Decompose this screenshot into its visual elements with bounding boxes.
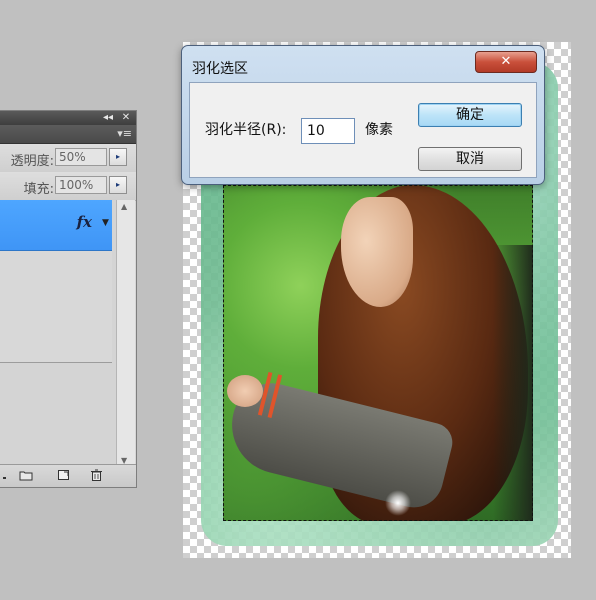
ok-button[interactable]: 确定 [418, 103, 522, 127]
feather-selection-dialog: 羽化选区 ✕ 羽化半径(R): 像素 确定 取消 [181, 45, 545, 185]
fx-icon[interactable]: fx [77, 213, 92, 231]
opacity-label: 透明度: [10, 154, 54, 169]
fill-field[interactable]: 100% [55, 176, 107, 194]
new-group-icon[interactable] [19, 469, 33, 481]
photo-shadow [493, 245, 533, 521]
fill-row: 填充: 100% ▸ [0, 172, 136, 201]
cancel-button[interactable]: 取消 [418, 147, 522, 171]
layer-list: fx ▼ [0, 200, 116, 467]
photo-sparkle [385, 490, 411, 516]
opacity-slider-button[interactable]: ▸ [109, 148, 127, 166]
photo-layer [223, 185, 533, 521]
fill-slider-button[interactable]: ▸ [109, 176, 127, 194]
photo-hand [227, 375, 263, 407]
trash-icon[interactable] [90, 469, 103, 481]
feather-radius-label: 羽化半径(R): [205, 122, 287, 138]
layer-style-icon[interactable] [1, 469, 14, 481]
close-panel-icon[interactable]: ✕ [120, 112, 132, 124]
dialog-body: 羽化半径(R): 像素 确定 取消 [189, 82, 537, 178]
opacity-field[interactable]: 50% [55, 148, 107, 166]
dialog-close-button[interactable]: ✕ [475, 51, 537, 73]
selected-layer-row[interactable]: fx ▼ [0, 200, 112, 251]
panel-titlebar: ◂◂ ✕ [0, 111, 136, 125]
collapse-panel-icon[interactable]: ◂◂ [102, 112, 114, 124]
new-layer-icon[interactable] [57, 469, 70, 481]
fill-label: 填充: [23, 182, 54, 197]
opacity-row: 透明度: 50% ▸ [0, 144, 136, 173]
panel-tab-bar: ▾≡ [0, 125, 136, 144]
layers-panel: ◂◂ ✕ ▾≡ 透明度: 50% ▸ 填充: 100% ▸ fx ▼ ▲ ▼ [0, 110, 137, 488]
layer-list-scrollbar[interactable]: ▲ ▼ [116, 200, 135, 467]
feather-radius-input[interactable] [301, 118, 355, 144]
unit-label: 像素 [365, 122, 393, 138]
scroll-up-icon[interactable]: ▲ [121, 202, 127, 211]
panel-footer [0, 464, 136, 487]
fx-expand-icon[interactable]: ▼ [102, 218, 109, 228]
layer-row[interactable] [0, 251, 112, 363]
dialog-title: 羽化选区 [192, 61, 248, 77]
panel-menu-icon[interactable]: ▾≡ [117, 127, 132, 141]
